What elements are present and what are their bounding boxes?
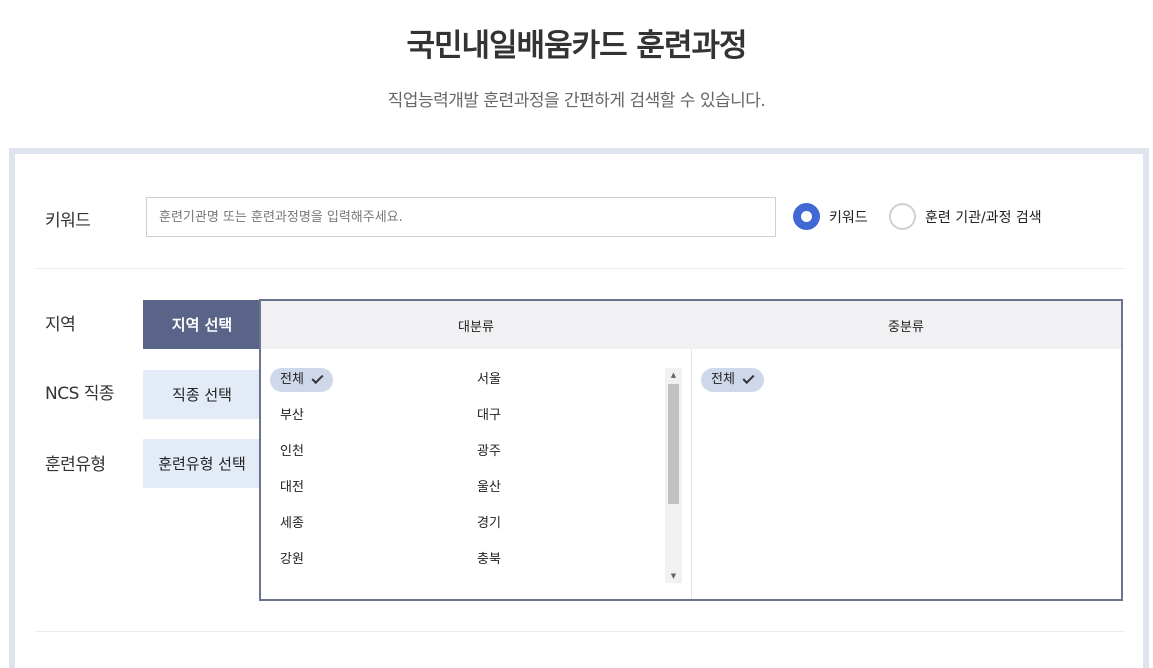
region-item[interactable]: 충북 [477, 548, 501, 572]
tab-region-select[interactable]: 지역 선택 [143, 300, 261, 349]
region-item[interactable]: 대구 [477, 404, 501, 428]
region-item[interactable]: 울산 [477, 476, 501, 500]
page-subtitle: 직업능력개발 훈련과정을 간편하게 검색할 수 있습니다. [387, 91, 766, 111]
region-item[interactable]: 광주 [477, 440, 501, 464]
radio-checked-icon[interactable] [793, 203, 820, 230]
radio-unchecked-icon[interactable] [889, 203, 916, 230]
region-item[interactable]: 경기 [477, 512, 501, 536]
minor-item-label: 전체 [711, 372, 735, 387]
scroll-up-icon[interactable]: ▲ [665, 368, 682, 382]
check-icon [742, 371, 755, 385]
radio-institution-course[interactable]: 훈련 기관/과정 검색 [889, 203, 1042, 230]
divider [35, 631, 1125, 632]
page-title: 국민내일배움카드 훈련과정 [406, 28, 747, 64]
tab-ncs-select[interactable]: 직종 선택 [143, 370, 261, 419]
region-item-label: 전체 [280, 372, 304, 387]
region-item[interactable]: 서울 [477, 368, 501, 392]
region-item[interactable]: 강원 [280, 548, 304, 572]
radio-keyword-label: 키워드 [829, 209, 868, 226]
region-item[interactable]: 인천 [280, 440, 304, 464]
region-item[interactable]: 대전 [280, 476, 304, 500]
ncs-label: NCS 직종 [45, 384, 115, 404]
check-icon [311, 371, 324, 385]
scroll-down-icon[interactable]: ▼ [665, 569, 682, 583]
region-item-selected[interactable]: 전체 [270, 368, 333, 392]
divider [35, 268, 1125, 269]
region-item[interactable]: 세종 [280, 512, 304, 536]
tab-training-type-select[interactable]: 훈련유형 선택 [143, 439, 261, 488]
region-item[interactable]: 부산 [280, 404, 304, 428]
major-list-scrollbar[interactable]: ▲ ▼ [665, 368, 682, 583]
region-label: 지역 [45, 315, 76, 335]
search-panel: 키워드 키워드 훈련 기관/과정 검색 지역 NCS 직종 훈련유형 지역 선택… [9, 148, 1149, 668]
training-type-label: 훈련유형 [45, 455, 106, 475]
category-box: 대분류 중분류 전체 서울 부산 대구 인천 광주 대전 울산 세종 경기 강원… [259, 299, 1123, 601]
radio-keyword[interactable]: 키워드 [793, 203, 868, 230]
minor-category-header: 중분류 [691, 301, 1121, 349]
scroll-thumb[interactable] [668, 384, 679, 504]
column-divider [691, 349, 692, 599]
minor-item-selected[interactable]: 전체 [701, 368, 764, 392]
keyword-search-input[interactable] [146, 197, 776, 237]
major-category-header: 대분류 [261, 301, 691, 349]
keyword-label: 키워드 [45, 211, 91, 231]
radio-institution-course-label: 훈련 기관/과정 검색 [925, 209, 1042, 226]
